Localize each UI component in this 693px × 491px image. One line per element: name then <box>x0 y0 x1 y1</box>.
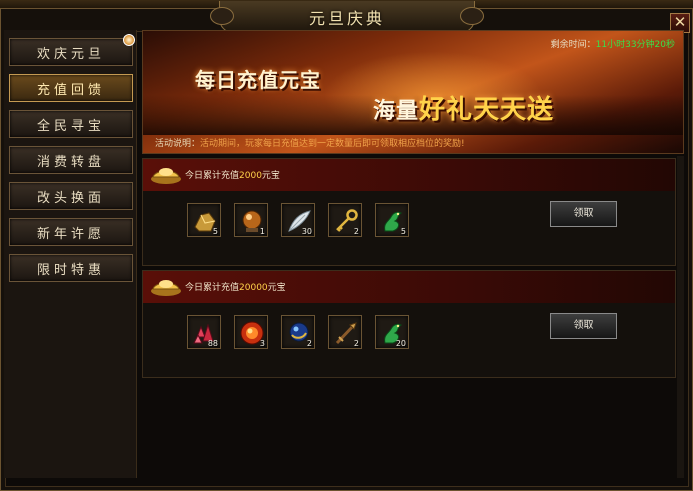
tier-title-prefix: 今日累计充值 <box>185 283 240 293</box>
item-count: 2 <box>306 339 312 348</box>
window-title: 元旦庆典 <box>308 8 385 28</box>
banner-headline: 每日充值元宝 <box>195 68 321 92</box>
sidebar-item-6[interactable]: 限时特惠 <box>9 254 133 282</box>
tier-title-prefix: 今日累计充值 <box>185 171 240 181</box>
title-ornament-right <box>460 7 484 25</box>
sidebar-item-5[interactable]: 新年许愿 <box>9 218 133 246</box>
reward-item-slot[interactable]: 3 <box>234 315 268 349</box>
description-label: 活动说明： <box>155 139 201 149</box>
reward-tier-header: 今日累计充值2000元宝 <box>143 159 675 191</box>
reward-item-slot[interactable]: 1 <box>234 203 268 237</box>
countdown-label: 剩余时间： <box>550 40 596 50</box>
reward-item-slot[interactable]: 2 <box>328 203 362 237</box>
reward-item-list: 88 3 2 2 20 <box>187 315 422 351</box>
tier-threshold: 20000 <box>239 283 268 293</box>
reward-item-slot[interactable]: 2 <box>328 315 362 349</box>
reward-item-list: 5 1 30 2 5 <box>187 203 422 239</box>
sidebar-item-label: 改头换面 <box>36 190 105 206</box>
sidebar-item-label: 限时特惠 <box>36 262 105 278</box>
banner-subheadline-prefix: 海量 <box>373 98 420 124</box>
sidebar-item-1[interactable]: 充值回馈 <box>9 74 133 102</box>
reward-tier-panel: 今日累计充值2000元宝 5 1 30 2 5 领取 <box>142 158 676 266</box>
reward-item-slot[interactable]: 2 <box>281 315 315 349</box>
reward-tier-panel: 今日累计充值20000元宝 88 3 2 2 20 领取 <box>142 270 676 378</box>
sidebar-item-label: 充值回馈 <box>36 82 105 98</box>
tier-title-suffix: 元宝 <box>267 283 286 293</box>
reward-tier-title: 今日累计充值20000元宝 <box>185 280 286 293</box>
sidebar-item-label: 欢庆元旦 <box>36 46 105 62</box>
reward-item-slot[interactable]: 5 <box>187 203 221 237</box>
reward-item-slot[interactable]: 30 <box>281 203 315 237</box>
notification-badge-icon <box>123 34 135 46</box>
gold-ingot-icon <box>149 163 183 185</box>
claim-button[interactable]: 领取 <box>550 313 617 339</box>
event-banner: 剩余时间：11小时33分钟20秒 每日充值元宝 海量好礼天天送 活动说明：活动期… <box>142 30 684 154</box>
sidebar-item-label: 消费转盘 <box>36 154 105 170</box>
reward-item-slot[interactable]: 88 <box>187 315 221 349</box>
title-plate: 元旦庆典 <box>210 1 484 33</box>
sidebar: 欢庆元旦充值回馈全民寻宝消费转盘改头换面新年许愿限时特惠 <box>4 30 137 478</box>
reward-tier-title: 今日累计充值2000元宝 <box>185 168 280 181</box>
item-count: 2 <box>353 339 359 348</box>
sidebar-item-2[interactable]: 全民寻宝 <box>9 110 133 138</box>
item-count: 5 <box>400 227 406 236</box>
item-count: 3 <box>259 339 265 348</box>
item-count: 20 <box>395 339 406 348</box>
sidebar-item-4[interactable]: 改头换面 <box>9 182 133 210</box>
banner-subheadline-highlight: 好礼天天送 <box>419 95 555 125</box>
title-ornament-left <box>210 7 234 25</box>
reward-item-slot[interactable]: 5 <box>375 203 409 237</box>
gold-ingot-icon <box>149 275 183 297</box>
description-text: 活动期间，玩家每日充值达到一定数量后即可领取相应档位的奖励! <box>200 139 465 149</box>
tier-threshold: 2000 <box>239 171 262 181</box>
countdown: 剩余时间：11小时33分钟20秒 <box>551 37 675 50</box>
tier-title-suffix: 元宝 <box>261 171 280 181</box>
item-count: 88 <box>207 339 218 348</box>
item-count: 30 <box>301 227 312 236</box>
sidebar-item-label: 全民寻宝 <box>36 118 105 134</box>
item-count: 1 <box>259 227 265 236</box>
claim-button[interactable]: 领取 <box>550 201 617 227</box>
banner-subheadline: 海量好礼天天送 <box>373 89 554 126</box>
reward-tier-header: 今日累计充值20000元宝 <box>143 271 675 303</box>
item-count: 5 <box>212 227 218 236</box>
sidebar-item-label: 新年许愿 <box>36 226 105 242</box>
sidebar-item-0[interactable]: 欢庆元旦 <box>9 34 135 66</box>
event-description: 活动说明：活动期间，玩家每日充值达到一定数量后即可领取相应档位的奖励! <box>155 136 465 149</box>
item-count: 2 <box>353 227 359 236</box>
sidebar-item-3[interactable]: 消费转盘 <box>9 146 133 174</box>
countdown-value: 11小时33分钟20秒 <box>595 40 675 50</box>
scrollbar[interactable] <box>677 156 684 478</box>
reward-item-slot[interactable]: 20 <box>375 315 409 349</box>
